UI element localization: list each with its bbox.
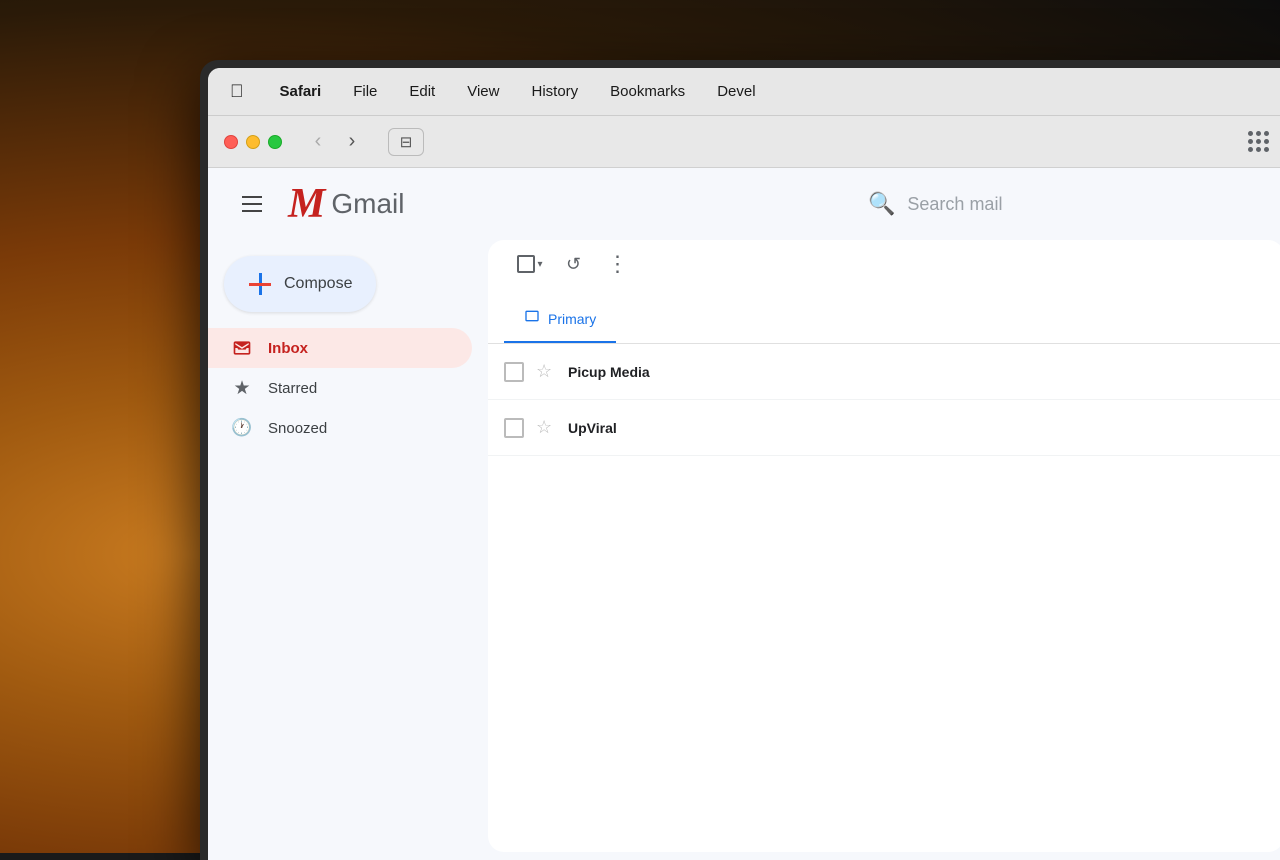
gmail-logo: M Gmail	[288, 180, 404, 228]
menubar-edit[interactable]: Edit	[403, 79, 441, 104]
back-icon: ‹	[315, 130, 322, 153]
email-sender-2: UpViral	[568, 420, 708, 436]
laptop-frame:  Safari File Edit View History Bookmark…	[200, 60, 1280, 860]
close-button[interactable]	[224, 135, 238, 149]
compose-button[interactable]: Compose	[224, 256, 376, 312]
search-bar[interactable]: 🔍 Search mail	[868, 191, 1268, 217]
forward-icon: ›	[349, 130, 356, 153]
primary-tab-icon	[524, 308, 540, 329]
clock-icon: 🕐	[232, 418, 252, 438]
sidebar-toggle-button[interactable]: ⊟	[388, 128, 424, 156]
gmail-wordmark: Gmail	[331, 188, 404, 220]
gmail-m-letter: M	[288, 180, 325, 228]
sidebar-icon: ⊟	[400, 133, 413, 151]
email-sender-1: Picup Media	[568, 364, 708, 380]
window-chrome: ‹ › ⊟	[208, 116, 1280, 168]
laptop-bezel:  Safari File Edit View History Bookmark…	[208, 68, 1280, 860]
sidebar-item-starred[interactable]: ★ Starred	[208, 368, 472, 408]
minimize-button[interactable]	[246, 135, 260, 149]
menubar-develop[interactable]: Devel	[711, 79, 761, 104]
refresh-button[interactable]: ↻	[556, 246, 592, 282]
email-row-2[interactable]: ☆ UpViral	[488, 400, 1280, 456]
email-toolbar: ▾ ↻ ⋮	[488, 240, 1280, 288]
search-icon: 🔍	[868, 191, 895, 217]
email-tabs: Primary	[488, 288, 1280, 344]
menu-button[interactable]	[232, 184, 272, 224]
select-all-button[interactable]: ▾	[512, 246, 548, 282]
grid-button[interactable]	[1240, 128, 1276, 156]
grid-icon	[1248, 131, 1269, 152]
email-checkbox-1[interactable]	[504, 362, 524, 382]
sidebar-item-snoozed[interactable]: 🕐 Snoozed	[208, 408, 472, 448]
menubar-bookmarks[interactable]: Bookmarks	[604, 79, 691, 104]
menubar:  Safari File Edit View History Bookmark…	[208, 68, 1280, 116]
email-list-area: ▾ ↻ ⋮	[488, 240, 1280, 852]
traffic-lights	[224, 135, 282, 149]
menubar-history[interactable]: History	[525, 79, 584, 104]
gmail-sidebar: Compose Inbox ★ Starred	[208, 240, 488, 860]
email-row[interactable]: ☆ Picup Media	[488, 344, 1280, 400]
hamburger-line-3	[242, 210, 262, 212]
menubar-file[interactable]: File	[347, 79, 383, 104]
gmail-header: M Gmail 🔍 Search mail	[208, 168, 1280, 240]
primary-tab-label: Primary	[548, 311, 596, 327]
screen:  Safari File Edit View History Bookmark…	[208, 68, 1280, 860]
inbox-icon	[232, 338, 252, 358]
select-dropdown-arrow: ▾	[537, 259, 542, 270]
more-options-button[interactable]: ⋮	[600, 246, 636, 282]
tab-primary[interactable]: Primary	[504, 296, 616, 343]
compose-label: Compose	[284, 275, 352, 293]
back-button[interactable]: ‹	[302, 128, 334, 156]
snoozed-label: Snoozed	[268, 420, 327, 437]
starred-label: Starred	[268, 380, 317, 397]
email-star-2[interactable]: ☆	[536, 417, 556, 438]
compose-plus-icon	[248, 272, 272, 296]
forward-button[interactable]: ›	[336, 128, 368, 156]
more-dots-icon: ⋮	[607, 251, 630, 277]
hamburger-line-2	[242, 203, 262, 205]
menubar-view[interactable]: View	[461, 79, 505, 104]
refresh-icon: ↻	[566, 254, 581, 275]
hamburger-line-1	[242, 196, 262, 198]
sidebar-item-inbox[interactable]: Inbox	[208, 328, 472, 368]
email-checkbox-2[interactable]	[504, 418, 524, 438]
inbox-label: Inbox	[268, 340, 308, 357]
select-checkbox	[517, 255, 535, 273]
nav-buttons: ‹ ›	[302, 128, 368, 156]
menubar-safari[interactable]: Safari	[274, 79, 328, 104]
search-placeholder-text: Search mail	[907, 194, 1002, 215]
email-star-1[interactable]: ☆	[536, 361, 556, 382]
star-icon: ★	[232, 377, 252, 400]
maximize-button[interactable]	[268, 135, 282, 149]
gmail-app: M Gmail 🔍 Search mail	[208, 168, 1280, 860]
gmail-main: Compose Inbox ★ Starred	[208, 240, 1280, 860]
apple-menu-icon[interactable]: 	[224, 77, 250, 106]
